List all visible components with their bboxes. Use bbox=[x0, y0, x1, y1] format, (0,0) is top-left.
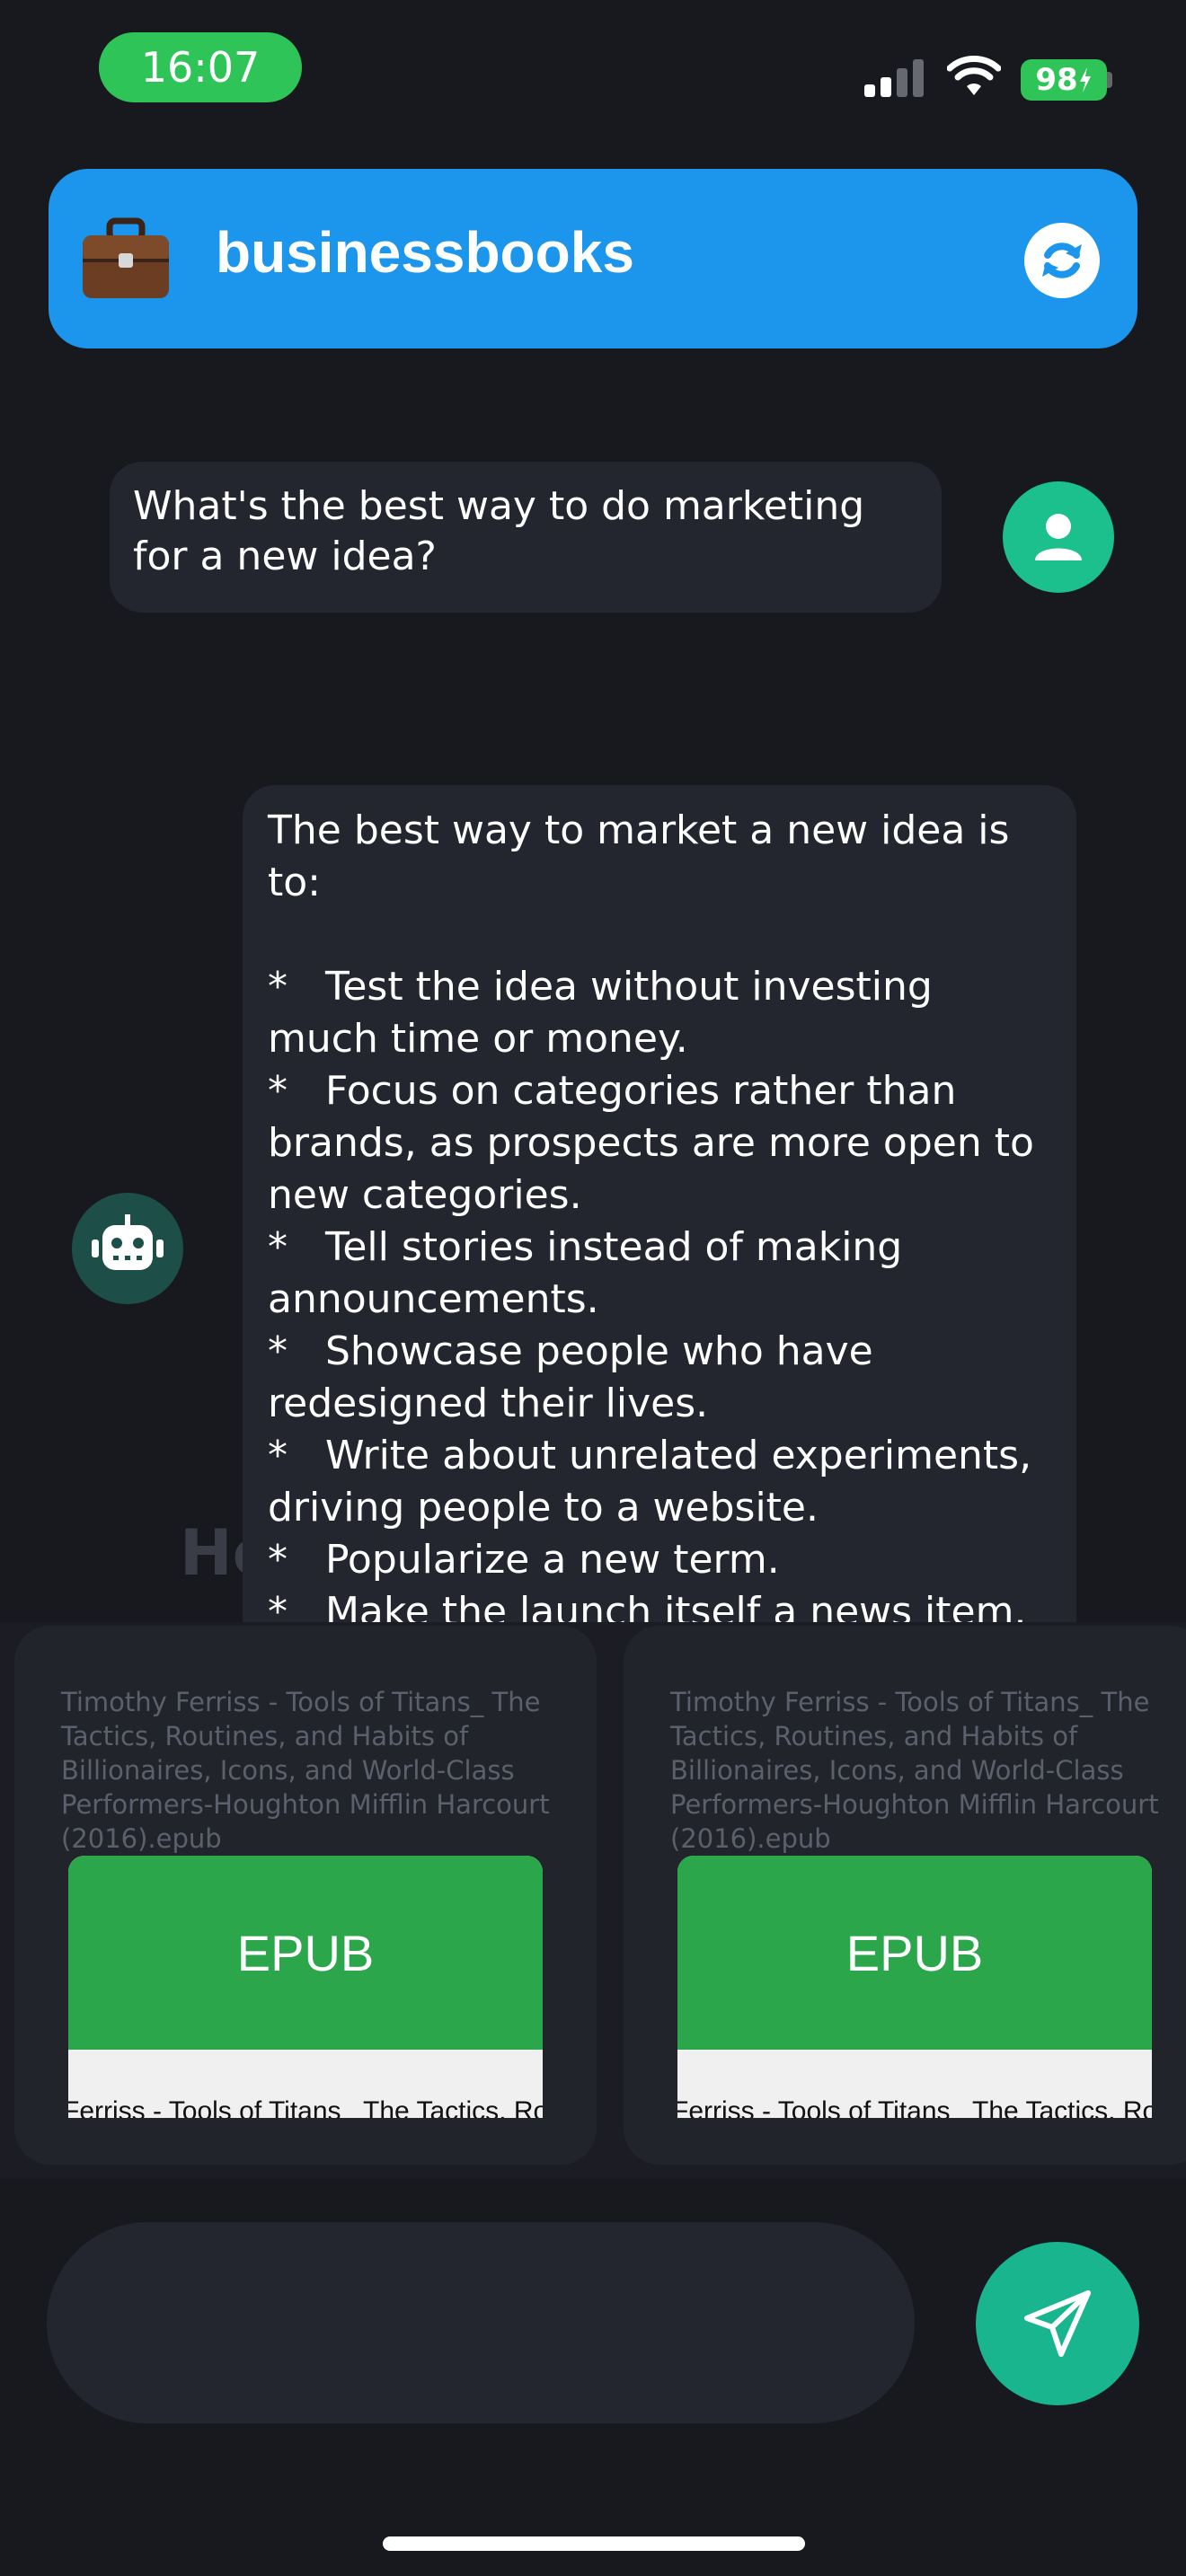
home-indicator[interactable] bbox=[383, 2536, 805, 2551]
battery-indicator: 98 bbox=[1021, 59, 1107, 101]
source-card[interactable]: Timothy Ferriss - Tools of Titans_ The T… bbox=[624, 1626, 1186, 2165]
user-avatar bbox=[1003, 481, 1114, 593]
battery-nub bbox=[1107, 72, 1112, 88]
refresh-button[interactable] bbox=[1024, 223, 1100, 298]
epub-badge: EPUB bbox=[677, 1856, 1152, 2050]
charging-bolt-icon bbox=[1079, 67, 1091, 93]
status-time: 16:07 bbox=[99, 32, 302, 102]
battery-level: 98 bbox=[1035, 62, 1078, 98]
source-title: Timothy Ferriss - Tools of Titans_ The T… bbox=[670, 1687, 1159, 1854]
refresh-icon bbox=[1042, 243, 1082, 278]
epub-badge: EPUB bbox=[68, 1856, 543, 2050]
cellular-signal-icon bbox=[864, 59, 924, 97]
thumbnail-caption: Ferriss - Tools of Titans_ The Tactics, … bbox=[677, 2050, 1152, 2118]
app-title: businessbooks bbox=[216, 220, 634, 285]
briefcase-icon bbox=[83, 217, 169, 298]
user-icon bbox=[1035, 514, 1082, 560]
source-thumbnail: EPUB Ferriss - Tools of Titans_ The Tact… bbox=[677, 1856, 1152, 2118]
send-button[interactable] bbox=[976, 2242, 1139, 2405]
message-input[interactable] bbox=[47, 2222, 915, 2423]
thumbnail-caption: Ferriss - Tools of Titans_ The Tactics, … bbox=[68, 2050, 543, 2118]
source-thumbnail: EPUB Ferriss - Tools of Titans_ The Tact… bbox=[68, 1856, 543, 2118]
send-icon bbox=[1024, 2290, 1091, 2357]
source-card[interactable]: Timothy Ferriss - Tools of Titans_ The T… bbox=[14, 1626, 597, 2165]
robot-icon bbox=[92, 1214, 164, 1270]
source-title: Timothy Ferriss - Tools of Titans_ The T… bbox=[61, 1687, 550, 1854]
user-message: What's the best way to do marketing for … bbox=[110, 462, 942, 613]
wifi-icon bbox=[947, 56, 1001, 95]
bot-avatar bbox=[72, 1193, 183, 1304]
bot-message: The best way to market a new idea is to:… bbox=[243, 785, 1076, 1683]
